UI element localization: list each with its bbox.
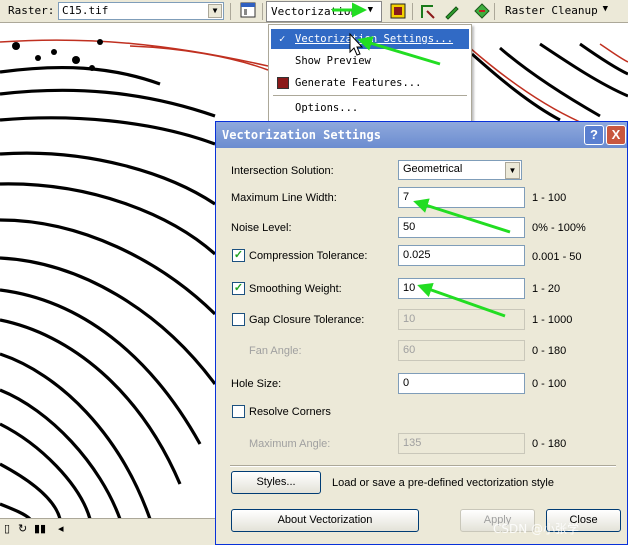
annotation-arrow: [413, 198, 511, 234]
annotation-arrows-overlay: [332, 2, 511, 318]
mouse-cursor-icon: [349, 32, 364, 56]
annotation-arrow: [357, 36, 441, 66]
watermark-text: CSDN @小张学: [493, 522, 580, 536]
annotation-arrow: [417, 282, 506, 318]
